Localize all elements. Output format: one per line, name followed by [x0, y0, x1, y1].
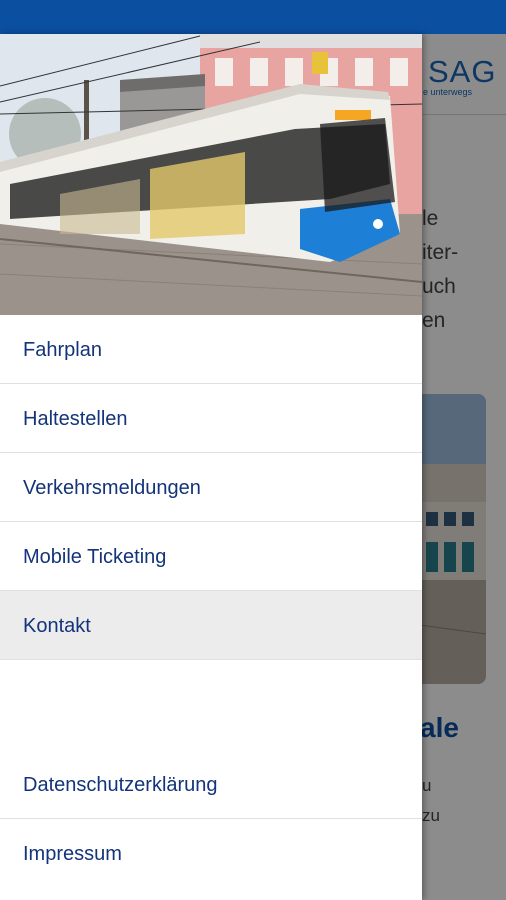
nav-item-mobile-ticketing[interactable]: Mobile Ticketing — [0, 522, 422, 591]
nav-item-impressum[interactable]: Impressum — [0, 819, 422, 888]
status-bar — [0, 0, 506, 34]
nav-menu: Fahrplan Haltestellen Verkehrsmeldungen … — [0, 315, 422, 660]
nav-item-verkehrsmeldungen[interactable]: Verkehrsmeldungen — [0, 453, 422, 522]
nav-item-fahrplan[interactable]: Fahrplan — [0, 315, 422, 384]
nav-item-haltestellen[interactable]: Haltestellen — [0, 384, 422, 453]
drawer-header-image — [0, 34, 422, 315]
nav-footer-menu: Datenschutzerklärung Impressum — [0, 750, 422, 888]
nav-item-datenschutz[interactable]: Datenschutzerklärung — [0, 750, 422, 819]
nav-item-kontakt[interactable]: Kontakt — [0, 591, 422, 660]
navigation-drawer: Fahrplan Haltestellen Verkehrsmeldungen … — [0, 34, 422, 900]
